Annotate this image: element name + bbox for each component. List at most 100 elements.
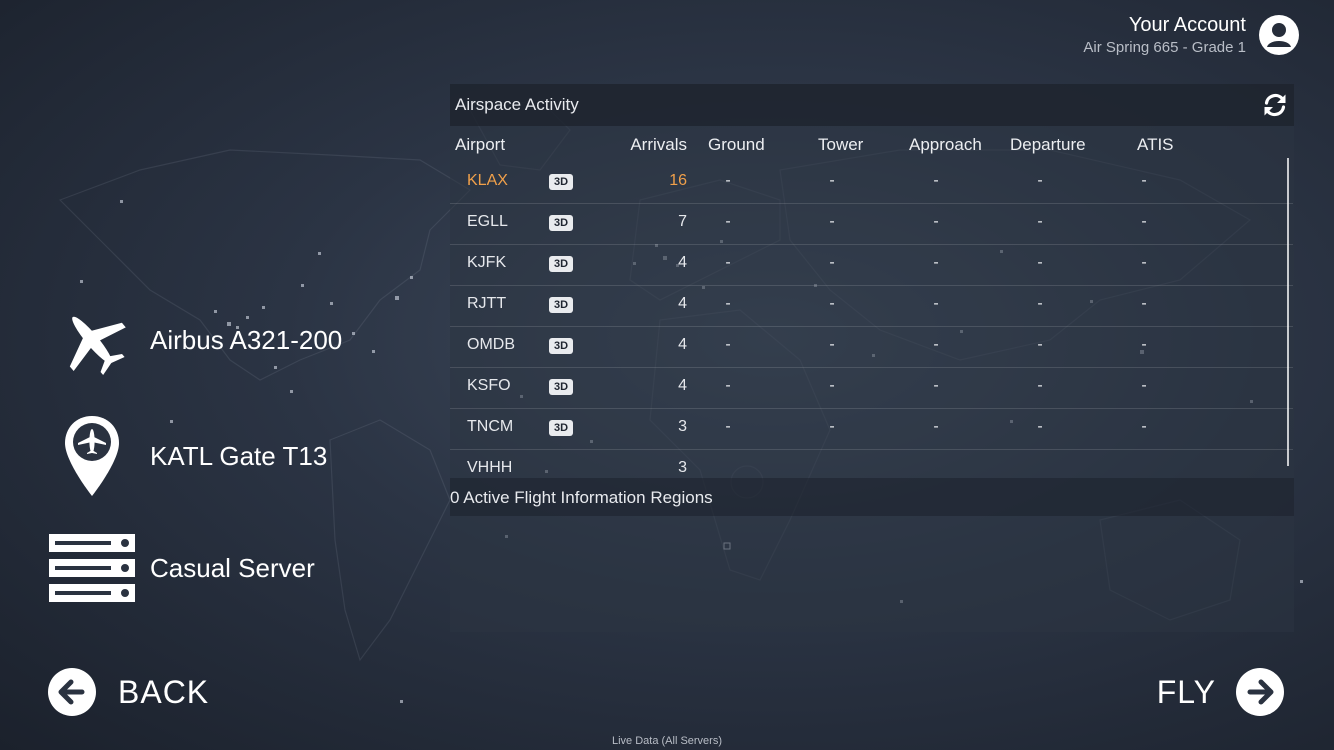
server-label: Casual Server [150, 552, 315, 583]
aircraft-label: Airbus A321-200 [150, 324, 343, 355]
fly-label: FLY [1156, 673, 1216, 710]
tower-status: - [829, 254, 835, 271]
table-row[interactable]: RJTT 3D 4 - - - - - [450, 285, 1293, 327]
airspace-activity-panel: Airspace Activity Airport Arrivals Groun… [450, 84, 1294, 632]
table-row[interactable]: EGLL 3D 7 - - - - - [450, 203, 1293, 245]
airport-list[interactable]: KLAX 3D 16- - - - - EGLL 3D 7- - - - - KJFK 3D 4- - - - - RJT… [450, 162, 1294, 472]
tower-status: - [829, 213, 835, 230]
approach-status: - [933, 172, 939, 189]
airport-code: OMDB [467, 336, 515, 353]
table-row[interactable]: KLAX 3D 16 - - - - - [450, 162, 1293, 204]
arrivals-count: 4 [678, 295, 687, 312]
airport-code: KLAX [467, 172, 508, 189]
airport-code: VHHH [467, 459, 513, 472]
account-text: Your Account Air Spring 665 - Grade 1 [1083, 12, 1246, 58]
airplane-icon [44, 302, 140, 378]
location-selector[interactable]: KATL Gate T13 [44, 414, 327, 498]
badge-3d: 3D [549, 297, 573, 313]
departure-status: - [1037, 418, 1043, 435]
table-header: Airport Arrivals Ground Tower Approach D… [450, 126, 1294, 162]
departure-status: - [1037, 336, 1043, 353]
approach-status: - [933, 418, 939, 435]
panel-title: Airspace Activity [455, 95, 579, 114]
back-button[interactable]: BACK [48, 668, 209, 716]
tower-status: - [829, 336, 835, 353]
airport-code: EGLL [467, 213, 508, 230]
airport-code: KSFO [467, 377, 511, 394]
account-subtitle: Air Spring 665 - Grade 1 [1083, 39, 1246, 56]
ground-status: - [725, 418, 731, 435]
arrivals-count: 4 [678, 377, 687, 394]
atis-status: - [1141, 418, 1147, 435]
table-row[interactable]: KJFK 3D 4 - - - - - [450, 244, 1293, 286]
tower-status: - [829, 172, 835, 189]
table-row[interactable]: KSFO 3D 4 - - - - - [450, 367, 1293, 409]
departure-status: - [1037, 172, 1043, 189]
ground-status: - [725, 213, 731, 230]
user-circle-icon[interactable] [1258, 14, 1300, 56]
arrow-left-circle-icon [48, 668, 96, 716]
tower-status: - [829, 377, 835, 394]
departure-status: - [1037, 377, 1043, 394]
badge-3d: 3D [549, 174, 573, 190]
location-label: KATL Gate T13 [150, 440, 328, 471]
airport-code: KJFK [467, 254, 507, 271]
arrivals-count: 3 [678, 459, 687, 472]
account-title: Your Account [1128, 14, 1246, 36]
map-pin-plane-icon [44, 414, 140, 498]
arrivals-count: 4 [678, 254, 687, 271]
badge-3d: 3D [549, 215, 573, 231]
arrow-right-circle-icon [1236, 668, 1284, 716]
footer: Live Data (All Servers) [0, 735, 1334, 747]
col-arrivals[interactable]: Arrivals [630, 135, 687, 155]
atis-status: - [1141, 295, 1147, 312]
col-atis[interactable]: ATIS [1137, 135, 1174, 155]
airport-code: TNCM [467, 418, 514, 435]
arrivals-count: 3 [678, 418, 687, 435]
approach-status: - [933, 295, 939, 312]
table-row[interactable]: TNCM 3D 3 - - - - - [450, 408, 1293, 450]
footer-text: Live Data (All Servers) [611, 735, 723, 747]
account-area[interactable]: Your Account Air Spring 665 - Grade 1 [1083, 12, 1300, 58]
fir-status: 0 Active Flight Information Regions [450, 488, 713, 507]
atis-status: - [1141, 172, 1147, 189]
ground-status: - [725, 377, 731, 394]
departure-status: - [1037, 254, 1043, 271]
scrollbar[interactable] [1287, 158, 1289, 466]
col-tower[interactable]: Tower [818, 135, 863, 155]
tower-status: - [829, 295, 835, 312]
badge-3d: 3D [549, 256, 573, 272]
server-icon [44, 534, 140, 602]
atis-status: - [1141, 336, 1147, 353]
badge-3d: 3D [549, 379, 573, 395]
tower-status: - [829, 418, 835, 435]
ground-status: - [725, 172, 731, 189]
refresh-icon[interactable] [1262, 92, 1288, 118]
table-row[interactable]: VHHH 3 [450, 449, 1293, 472]
airport-code: RJTT [467, 295, 507, 312]
atis-status: - [1141, 254, 1147, 271]
fly-button[interactable]: FLY [1157, 668, 1284, 716]
approach-status: - [933, 377, 939, 394]
table-row[interactable]: OMDB 3D 4 - - - - - [450, 326, 1293, 368]
badge-3d: 3D [549, 338, 573, 354]
arrivals-count: 4 [678, 336, 687, 353]
ground-status: - [725, 336, 731, 353]
badge-3d: 3D [549, 420, 573, 436]
atis-status: - [1141, 377, 1147, 394]
back-label: BACK [118, 673, 210, 710]
arrivals-count: 16 [669, 172, 687, 189]
ground-status: - [725, 254, 731, 271]
server-selector[interactable]: Casual Server [44, 534, 315, 602]
col-ground[interactable]: Ground [708, 135, 765, 155]
col-airport[interactable]: Airport [455, 135, 505, 155]
col-approach[interactable]: Approach [909, 135, 982, 155]
panel-header: Airspace Activity [450, 84, 1294, 126]
col-departure[interactable]: Departure [1010, 135, 1086, 155]
approach-status: - [933, 213, 939, 230]
fir-bar: 0 Active Flight Information Regions [450, 478, 1294, 516]
atis-status: - [1141, 213, 1147, 230]
departure-status: - [1037, 213, 1043, 230]
approach-status: - [933, 254, 939, 271]
aircraft-selector[interactable]: Airbus A321-200 [44, 302, 342, 378]
